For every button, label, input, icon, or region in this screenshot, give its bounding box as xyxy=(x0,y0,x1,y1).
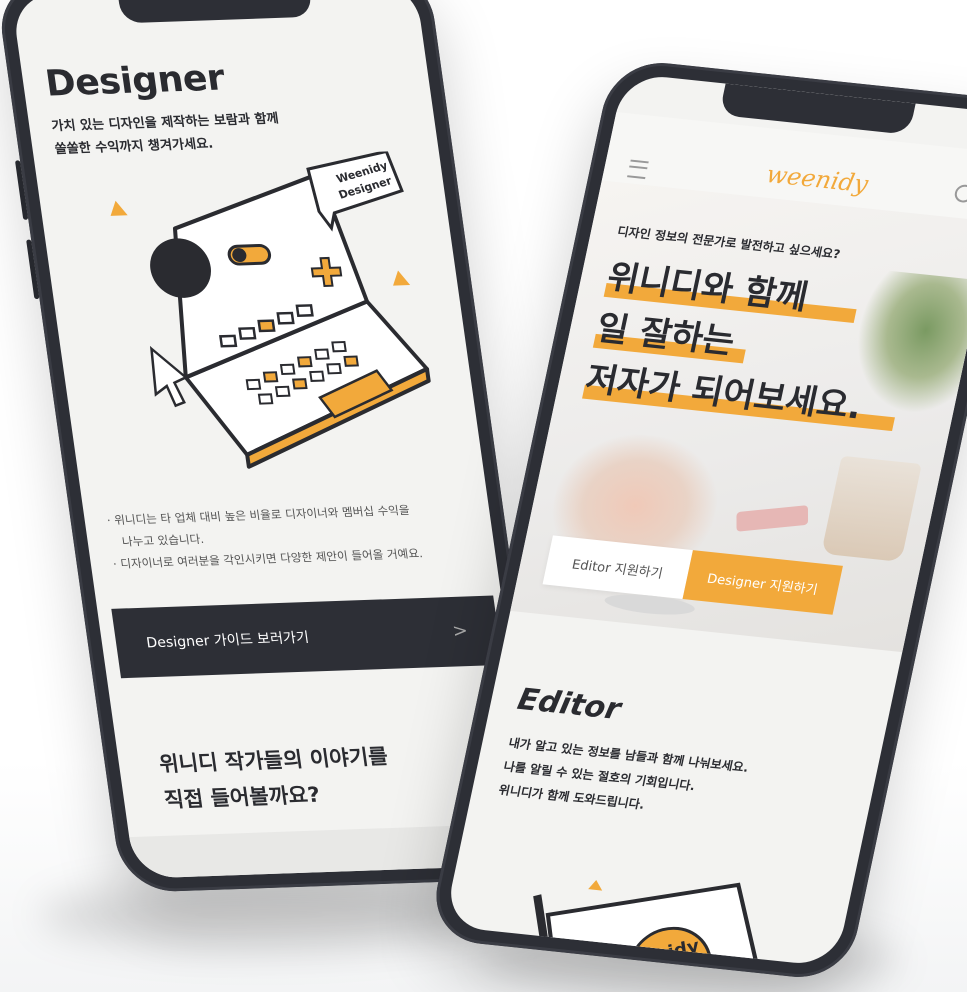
phone-shadow-left xyxy=(40,880,480,950)
editor-title: Editor xyxy=(513,682,624,728)
hamburger-icon[interactable] xyxy=(627,159,649,180)
laptop-illustration: Weenidy Designer xyxy=(110,150,431,469)
volume-button xyxy=(14,160,29,220)
smartphone-photo xyxy=(736,505,809,532)
designer-screen: Designer 가치 있는 디자인을 제작하는 보람과 함께 쏠쏠한 수익까지… xyxy=(10,0,540,879)
stories-heading: 위니디 작가들의 이야기를 직접 들어볼까요? xyxy=(157,744,390,812)
hero-headline: 위니디와 함께 일 잘하는 저자가 되어보세요. xyxy=(581,252,895,433)
volume-button xyxy=(26,239,40,300)
notch xyxy=(117,0,313,24)
editor-body: 내가 알고 있는 정보를 남들과 함께 나눠보세요. 나를 알릴 수 있는 절호… xyxy=(497,735,750,812)
chevron-right-icon: > xyxy=(451,620,470,642)
coffee-cup-photo xyxy=(821,455,922,562)
designer-guide-button[interactable]: Designer 가이드 보러가기 > xyxy=(111,595,503,679)
editor-illustration: nidy xyxy=(533,879,763,968)
designer-bullets: · 위니디는 타 업체 대비 높은 비율로 디자이너와 멤버십 수익을 나누고 … xyxy=(105,502,424,571)
designer-title: Designer xyxy=(42,57,228,105)
guide-button-label: Designer 가이드 보러가기 xyxy=(145,629,311,652)
